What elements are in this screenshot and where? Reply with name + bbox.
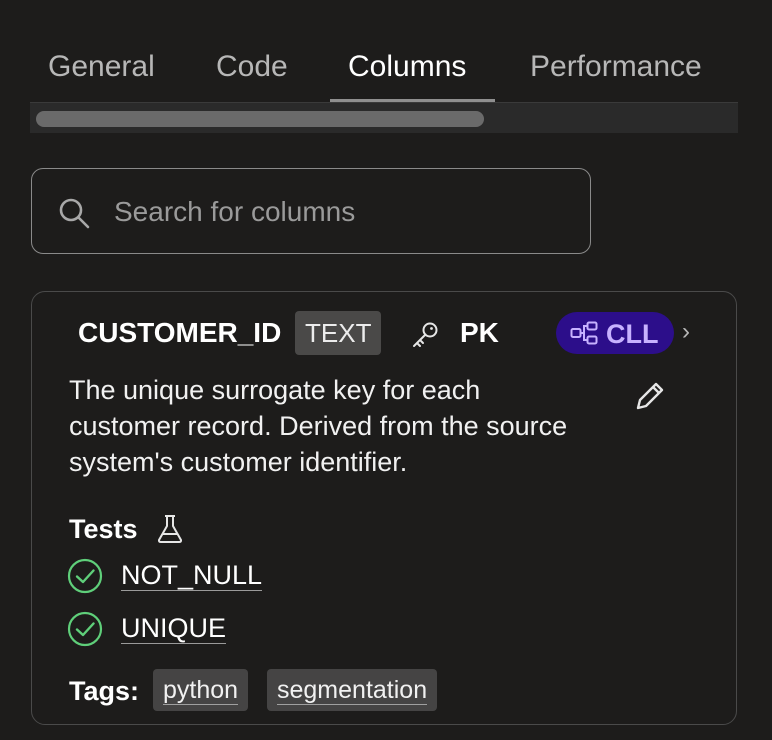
column-card: CUSTOMER_ID TEXT PK CLL › The unique sur… (31, 291, 737, 725)
lineage-label: CLL (606, 319, 659, 349)
tag-label: segmentation (277, 676, 428, 705)
primary-key-label: PK (460, 317, 499, 348)
tag-python[interactable]: python (153, 669, 249, 711)
column-name: CUSTOMER_ID (78, 317, 282, 348)
tests-heading: Tests (69, 514, 138, 544)
tab-performance[interactable]: Performance (530, 50, 702, 84)
flask-icon (157, 515, 183, 543)
column-description: The unique surrogate key for each custom… (69, 375, 568, 477)
search-icon (59, 198, 90, 229)
chevron-right-icon[interactable]: › (682, 318, 690, 346)
tag-label: python (163, 676, 239, 705)
search-input[interactable] (112, 191, 556, 233)
tab-bar: General Code Columns Performance (30, 40, 738, 102)
tab-code[interactable]: Code (216, 50, 288, 84)
column-search[interactable] (31, 168, 591, 254)
tab-columns[interactable]: Columns (348, 50, 466, 84)
tab-scrollbar[interactable] (30, 102, 738, 133)
check-circle-icon (67, 611, 103, 647)
check-circle-icon (67, 558, 103, 594)
tags-label: Tags: (69, 676, 140, 706)
test-link-not-null[interactable]: NOT_NULL (121, 560, 263, 591)
pencil-icon[interactable] (632, 378, 668, 414)
test-link-unique[interactable]: UNIQUE (121, 613, 227, 644)
column-lineage-button[interactable]: CLL (556, 312, 674, 354)
tab-general[interactable]: General (48, 50, 155, 84)
key-icon (413, 322, 438, 347)
lineage-icon (570, 321, 598, 345)
scrollbar-thumb[interactable] (36, 111, 484, 127)
column-type-badge: TEXT (295, 311, 382, 355)
tag-segmentation[interactable]: segmentation (267, 669, 438, 711)
